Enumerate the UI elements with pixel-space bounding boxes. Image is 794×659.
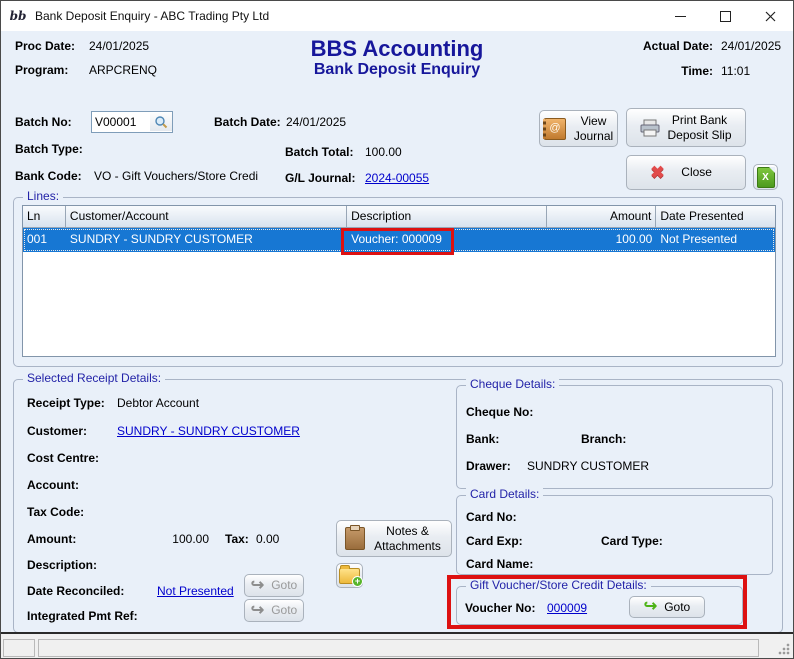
card-group-label: Card Details: (466, 487, 543, 501)
tax-value: 0.00 (256, 532, 279, 546)
close-window-button[interactable] (748, 1, 793, 31)
batch-no-input[interactable] (92, 114, 150, 130)
bank-code-value: VO - Gift Vouchers/Store Credi (94, 169, 258, 183)
maximize-icon (720, 11, 731, 22)
account-label: Account: (27, 478, 79, 492)
view-journal-button[interactable]: @ View Journal (539, 110, 618, 147)
cheque-no-label: Cheque No: (466, 405, 533, 419)
cell-date-presented: Not Presented (656, 228, 775, 252)
card-exp-label: Card Exp: (466, 534, 523, 548)
maximize-button[interactable] (703, 1, 748, 31)
lines-group-label: Lines: (23, 189, 63, 203)
bank-code-label: Bank Code: (15, 169, 82, 183)
export-excel-button[interactable]: X (753, 164, 778, 190)
card-name-label: Card Name: (466, 557, 533, 571)
close-button[interactable]: ✖ Close (626, 155, 746, 190)
excel-icon: X (757, 167, 775, 188)
col-description[interactable]: Description (347, 206, 546, 228)
cell-amount: 100.00 (547, 228, 657, 252)
time-value: 11:01 (721, 64, 750, 78)
col-ln[interactable]: Ln (23, 206, 66, 228)
batch-no-lookup-button[interactable] (150, 113, 172, 131)
card-no-label: Card No: (466, 510, 517, 524)
print-bank-deposit-slip-button[interactable]: Print Bank Deposit Slip (626, 108, 746, 147)
close-red-icon: ✖ (650, 164, 664, 181)
journal-icon: @ (543, 118, 566, 140)
status-bar (1, 632, 793, 658)
batch-date-value: 24/01/2025 (286, 115, 346, 129)
integrated-pmt-ref-label: Integrated Pmt Ref: (27, 609, 138, 623)
batch-no-label: Batch No: (15, 115, 72, 129)
time-label: Time: (613, 64, 713, 78)
customer-link[interactable]: SUNDRY - SUNDRY CUSTOMER (117, 424, 300, 438)
amount-value: 100.00 (151, 532, 209, 546)
col-date-presented[interactable]: Date Presented (656, 206, 775, 228)
batch-type-label: Batch Type: (15, 142, 83, 156)
lines-table-header: Ln Customer/Account Description Amount D… (23, 206, 775, 228)
cost-centre-label: Cost Centre: (27, 451, 99, 465)
annotation-box-gift-voucher (447, 575, 747, 629)
minimize-button[interactable] (658, 1, 703, 31)
annotation-box-description (341, 228, 454, 255)
description-label: Description: (27, 558, 97, 572)
close-icon (765, 11, 776, 22)
window-title: Bank Deposit Enquiry - ABC Trading Pty L… (35, 9, 269, 23)
drawer-value: SUNDRY CUSTOMER (527, 459, 649, 473)
batch-date-label: Batch Date: (214, 115, 281, 129)
cell-customer: SUNDRY - SUNDRY CUSTOMER (66, 228, 347, 252)
branch-label: Branch: (581, 432, 626, 446)
customer-label: Customer: (27, 424, 87, 438)
cell-ln: 001 (23, 228, 66, 252)
tax-code-label: Tax Code: (27, 505, 84, 519)
search-icon (154, 115, 168, 129)
notes-icon (345, 527, 365, 550)
printer-icon (640, 119, 660, 137)
col-amount[interactable]: Amount (547, 206, 657, 228)
goto-integrated-pmt-button[interactable]: ↪ Goto (244, 599, 304, 622)
receipt-type-value: Debtor Account (117, 396, 199, 410)
batch-total-label: Batch Total: (285, 145, 353, 159)
gl-journal-label: G/L Journal: (285, 171, 355, 185)
drawer-label: Drawer: (466, 459, 511, 473)
title-bar: bb Bank Deposit Enquiry - ABC Trading Pt… (1, 1, 793, 31)
batch-no-field-group (91, 111, 173, 133)
add-attachment-button[interactable]: + (336, 563, 363, 588)
gl-journal-link[interactable]: 2024-00055 (365, 171, 429, 185)
bank-label: Bank: (466, 432, 499, 446)
card-type-label: Card Type: (601, 534, 663, 548)
goto-arrow-icon: ↪ (251, 603, 264, 619)
batch-total-value: 100.00 (365, 145, 402, 159)
goto-arrow-icon: ↪ (251, 578, 264, 594)
status-cell-main (38, 639, 759, 657)
lines-groupbox: Lines: Ln Customer/Account Description A… (13, 197, 783, 367)
col-customer-account[interactable]: Customer/Account (66, 206, 347, 228)
notes-attachments-button[interactable]: Notes & Attachments (336, 520, 452, 557)
cheque-group-label: Cheque Details: (466, 377, 559, 391)
actual-date-value: 24/01/2025 (721, 39, 781, 53)
receipt-group-label: Selected Receipt Details: (23, 371, 165, 385)
receipt-type-label: Receipt Type: (27, 396, 105, 410)
goto-reconciled-button[interactable]: ↪ Goto (244, 574, 304, 597)
date-reconciled-link[interactable]: Not Presented (157, 584, 234, 598)
app-window: bb Bank Deposit Enquiry - ABC Trading Pt… (0, 0, 794, 659)
status-cell-left (3, 639, 35, 657)
date-reconciled-label: Date Reconciled: (27, 584, 124, 598)
minimize-icon (675, 16, 686, 17)
folder-add-icon: + (339, 568, 360, 584)
tax-label: Tax: (225, 532, 249, 546)
amount-label: Amount: (27, 532, 76, 546)
app-logo-icon: bb (9, 7, 27, 25)
actual-date-label: Actual Date: (613, 39, 713, 53)
resize-grip[interactable] (778, 643, 790, 655)
